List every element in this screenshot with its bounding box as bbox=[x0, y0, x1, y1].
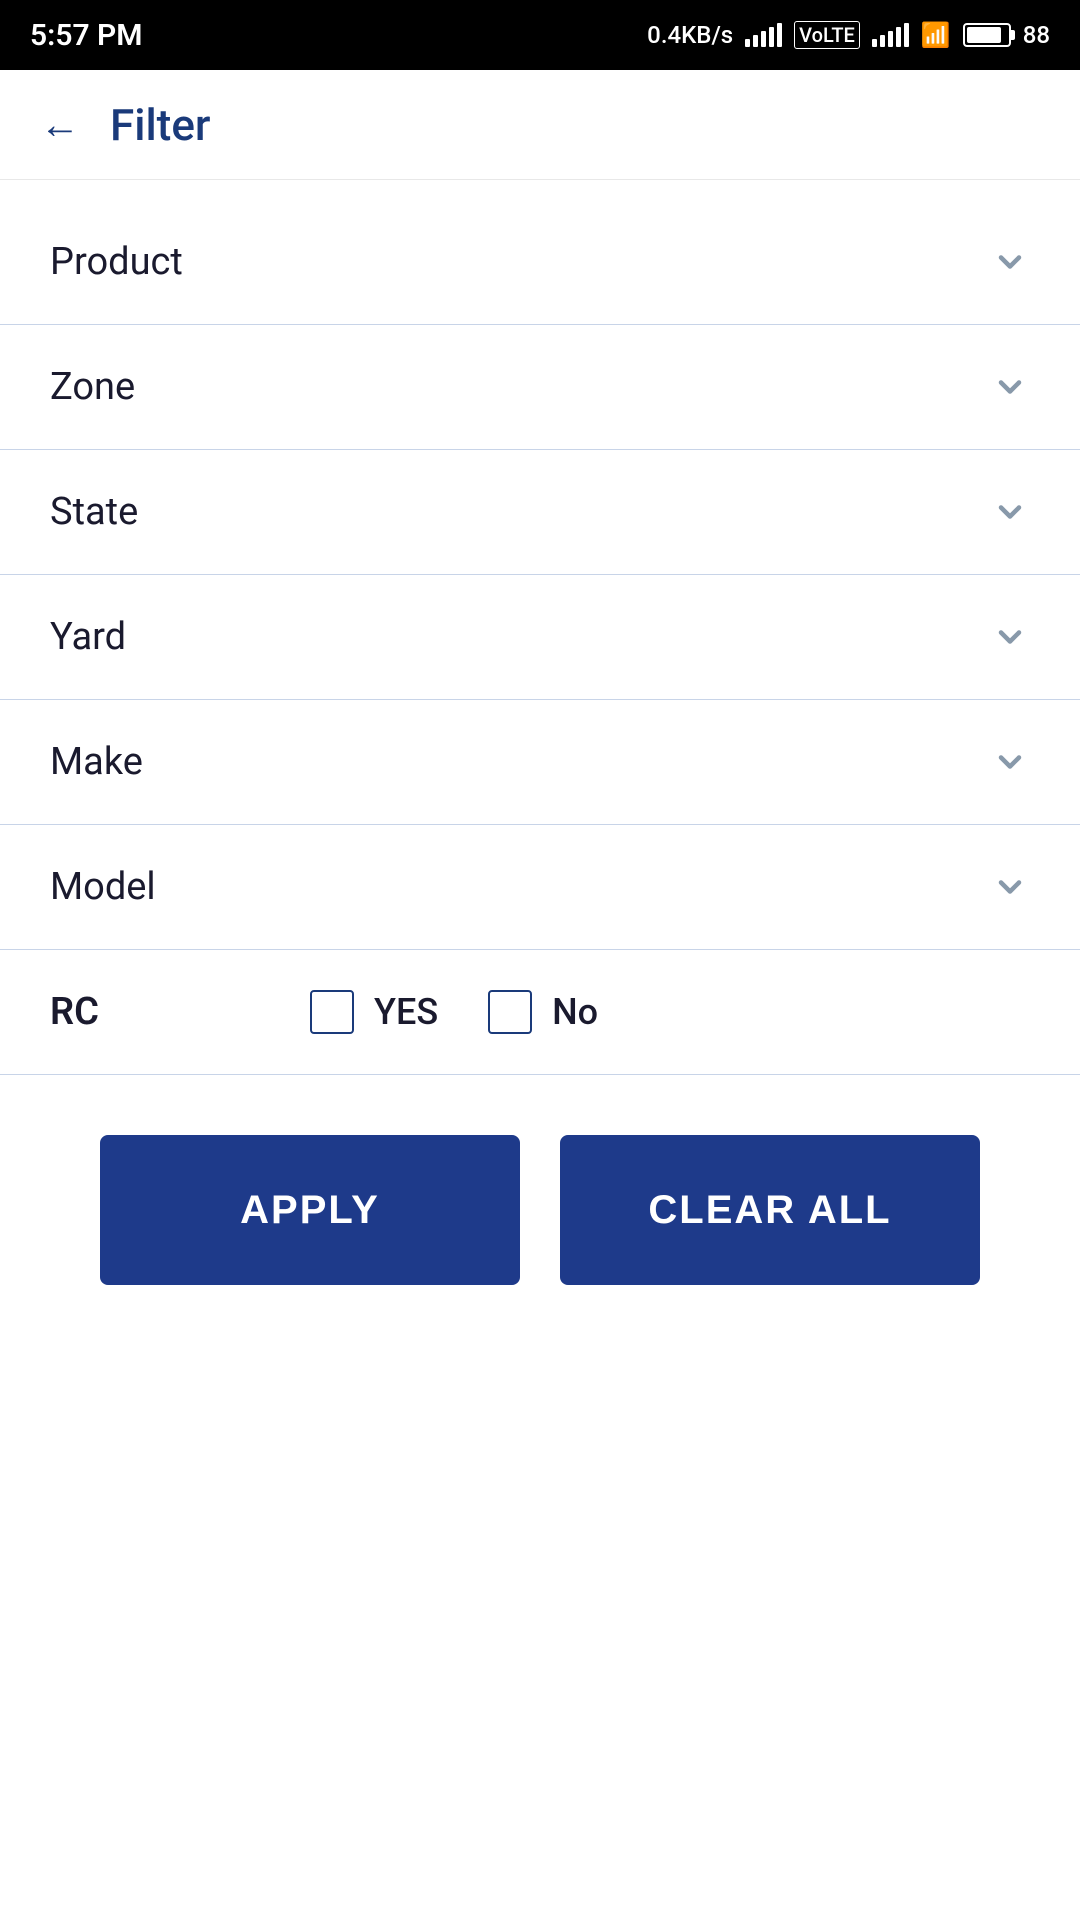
chevron-down-icon bbox=[990, 617, 1030, 657]
rc-no-checkbox-box[interactable] bbox=[488, 990, 532, 1034]
make-label: Make bbox=[50, 740, 143, 784]
filter-content: Product Zone State Yard Make Model bbox=[0, 180, 1080, 1365]
rc-checkbox-group: YES No bbox=[310, 990, 598, 1034]
volte-label: VoLTE bbox=[794, 21, 860, 49]
page-title: Filter bbox=[110, 99, 210, 151]
state-label: State bbox=[50, 490, 138, 534]
rc-no-label: No bbox=[552, 991, 598, 1033]
filter-make[interactable]: Make bbox=[0, 700, 1080, 825]
filter-yard[interactable]: Yard bbox=[0, 575, 1080, 700]
back-arrow-icon: ← bbox=[40, 105, 80, 145]
product-label: Product bbox=[50, 240, 183, 284]
chevron-down-icon bbox=[990, 492, 1030, 532]
network-speed: 0.4KB/s bbox=[647, 21, 733, 49]
filter-state[interactable]: State bbox=[0, 450, 1080, 575]
filter-product[interactable]: Product bbox=[0, 200, 1080, 325]
chevron-down-icon bbox=[990, 867, 1030, 907]
battery-level: 88 bbox=[1023, 21, 1050, 49]
status-bar: 5:57 PM 0.4KB/s VoLTE 📶 88 bbox=[0, 0, 1080, 70]
zone-label: Zone bbox=[50, 365, 135, 409]
status-time: 5:57 PM bbox=[30, 18, 143, 53]
rc-yes-label: YES bbox=[374, 991, 438, 1033]
rc-yes-checkbox-box[interactable] bbox=[310, 990, 354, 1034]
model-label: Model bbox=[50, 865, 156, 909]
rc-yes-checkbox[interactable]: YES bbox=[310, 990, 438, 1034]
action-buttons: APPLY CLEAR ALL bbox=[0, 1075, 1080, 1345]
clear-all-button[interactable]: CLEAR ALL bbox=[560, 1135, 980, 1285]
wifi-icon: 📶 bbox=[921, 21, 951, 49]
filter-rc: RC YES No bbox=[0, 950, 1080, 1075]
rc-label: RC bbox=[50, 990, 170, 1034]
rc-no-checkbox[interactable]: No bbox=[488, 990, 598, 1034]
back-button[interactable]: ← bbox=[30, 95, 110, 155]
apply-button[interactable]: APPLY bbox=[100, 1135, 520, 1285]
signal-bars-2 bbox=[872, 23, 909, 47]
yard-label: Yard bbox=[50, 615, 126, 659]
filter-zone[interactable]: Zone bbox=[0, 325, 1080, 450]
chevron-down-icon bbox=[990, 742, 1030, 782]
battery-icon bbox=[963, 23, 1011, 47]
status-right: 0.4KB/s VoLTE 📶 88 bbox=[647, 21, 1050, 49]
chevron-down-icon bbox=[990, 242, 1030, 282]
page-header: ← Filter bbox=[0, 70, 1080, 180]
filter-model[interactable]: Model bbox=[0, 825, 1080, 950]
signal-bars-1 bbox=[745, 23, 782, 47]
chevron-down-icon bbox=[990, 367, 1030, 407]
